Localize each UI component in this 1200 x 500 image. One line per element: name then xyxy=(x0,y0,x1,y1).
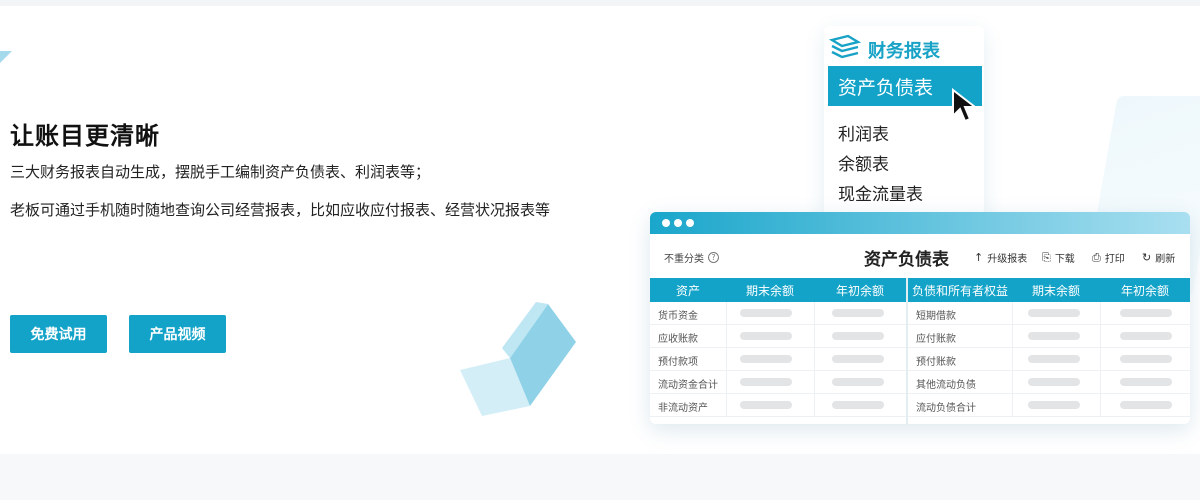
value-placeholder xyxy=(832,355,884,363)
menu-item-income-statement[interactable]: 利润表 xyxy=(838,120,889,145)
report-title: 资产负债表 xyxy=(864,250,949,270)
decor-triangle xyxy=(0,51,12,63)
description-line-1: 三大财务报表自动生成，摆脱手工编制资产负债表、利润表等； xyxy=(10,163,431,181)
value-placeholder xyxy=(1028,378,1080,386)
table-row: 货币资金 短期借款 xyxy=(650,302,1190,325)
col-header-assets: 资产 xyxy=(675,283,700,298)
help-icon[interactable]: ? xyxy=(708,252,719,263)
row-label-right: 预付账款 xyxy=(916,357,956,368)
value-placeholder xyxy=(740,332,792,340)
window-dot xyxy=(662,219,670,227)
value-placeholder xyxy=(740,401,792,409)
value-placeholder xyxy=(740,378,792,386)
upgrade-label: 升级报表 xyxy=(987,254,1028,265)
table-row: 应收账款 应付账款 xyxy=(650,325,1190,348)
print-icon: ⎙ xyxy=(1092,250,1101,264)
col-header-year-begin: 年初余额 xyxy=(835,283,884,298)
product-video-button[interactable]: 产品视频 xyxy=(129,315,226,353)
row-label-right: 其他流动负债 xyxy=(916,380,976,391)
report-logo-icon xyxy=(828,34,862,66)
col-header-period-end: 期末余额 xyxy=(745,283,794,298)
unclassified-label: 不重分类 xyxy=(664,254,704,265)
row-label-right: 流动负债合计 xyxy=(916,403,976,414)
window-dot xyxy=(674,219,682,227)
menu-title: 财务报表 xyxy=(868,41,940,62)
menu-item-balance-summary[interactable]: 余额表 xyxy=(838,150,889,175)
window-titlebar xyxy=(650,212,1190,234)
row-label-right: 短期借款 xyxy=(916,311,956,322)
col-header-year-begin-2: 年初余额 xyxy=(1120,283,1169,298)
value-placeholder xyxy=(1120,355,1172,363)
decor-cube xyxy=(450,298,580,418)
section-headline: 让账目更清晰 xyxy=(10,122,160,150)
value-placeholder xyxy=(1120,309,1172,317)
upgrade-report-button[interactable]: ↑ 升级报表 xyxy=(974,250,1027,265)
value-placeholder xyxy=(1120,378,1172,386)
value-placeholder xyxy=(1028,332,1080,340)
value-placeholder xyxy=(832,378,884,386)
column-divider xyxy=(906,278,908,424)
balance-sheet-window: 不重分类 ? 资产负债表 ↑ 升级报表 ⎘ 下载 ⎙ 打印 ↻ 刷新 资产 期末… xyxy=(650,212,1190,424)
value-placeholder xyxy=(1120,401,1172,409)
row-label-left: 货币资金 xyxy=(658,311,698,322)
refresh-icon: ↻ xyxy=(1142,251,1152,264)
menu-item-cash-flow[interactable]: 现金流量表 xyxy=(838,180,923,205)
page-bottom xyxy=(0,454,1200,500)
col-header-liabilities: 负债和所有者权益 xyxy=(911,283,1008,298)
row-label-right: 应付账款 xyxy=(916,334,956,345)
download-button[interactable]: ⎘ 下载 xyxy=(1042,250,1075,266)
cursor-arrow-icon xyxy=(950,87,980,128)
description-line-2: 老板可通过手机随时随地查询公司经营报表，比如应收应付报表、经营状况报表等 xyxy=(10,201,551,219)
value-placeholder xyxy=(1028,309,1080,317)
feature-section: 让账目更清晰 三大财务报表自动生成，摆脱手工编制资产负债表、利润表等； 老板可通… xyxy=(0,6,1200,454)
window-dot xyxy=(686,219,694,227)
table-header: 资产 期末余额 年初余额 负债和所有者权益 期末余额 年初余额 xyxy=(650,278,1190,302)
table-row: 流动资金合计 其他流动负债 xyxy=(650,371,1190,394)
unclassified-toggle[interactable]: 不重分类 ? xyxy=(664,250,719,265)
value-placeholder xyxy=(1120,332,1172,340)
download-icon: ⎘ xyxy=(1042,250,1051,264)
print-label: 打印 xyxy=(1104,254,1125,265)
value-placeholder xyxy=(832,309,884,317)
upgrade-arrow-icon: ↑ xyxy=(974,251,984,264)
refresh-label: 刷新 xyxy=(1155,254,1176,265)
table-row: 非流动资产 流动负债合计 xyxy=(650,394,1190,417)
value-placeholder xyxy=(1028,355,1080,363)
row-label-left: 流动资金合计 xyxy=(658,380,718,391)
value-placeholder xyxy=(740,355,792,363)
value-placeholder xyxy=(832,332,884,340)
row-label-left: 应收账款 xyxy=(658,334,698,345)
value-placeholder xyxy=(740,309,792,317)
col-header-period-end-2: 期末余额 xyxy=(1031,283,1080,298)
print-button[interactable]: ⎙ 打印 xyxy=(1092,250,1125,266)
download-label: 下载 xyxy=(1054,254,1075,265)
menu-header: 财务报表 xyxy=(828,34,940,66)
row-label-left: 预付款项 xyxy=(658,357,698,368)
row-label-left: 非流动资产 xyxy=(658,403,708,414)
table-row: 预付款项 预付账款 xyxy=(650,348,1190,371)
value-placeholder xyxy=(1028,401,1080,409)
value-placeholder xyxy=(832,401,884,409)
refresh-button[interactable]: ↻ 刷新 xyxy=(1142,250,1175,265)
free-trial-button[interactable]: 免费试用 xyxy=(10,315,107,353)
report-toolbar: 不重分类 ? 资产负债表 ↑ 升级报表 ⎘ 下载 ⎙ 打印 ↻ 刷新 xyxy=(650,234,1190,278)
